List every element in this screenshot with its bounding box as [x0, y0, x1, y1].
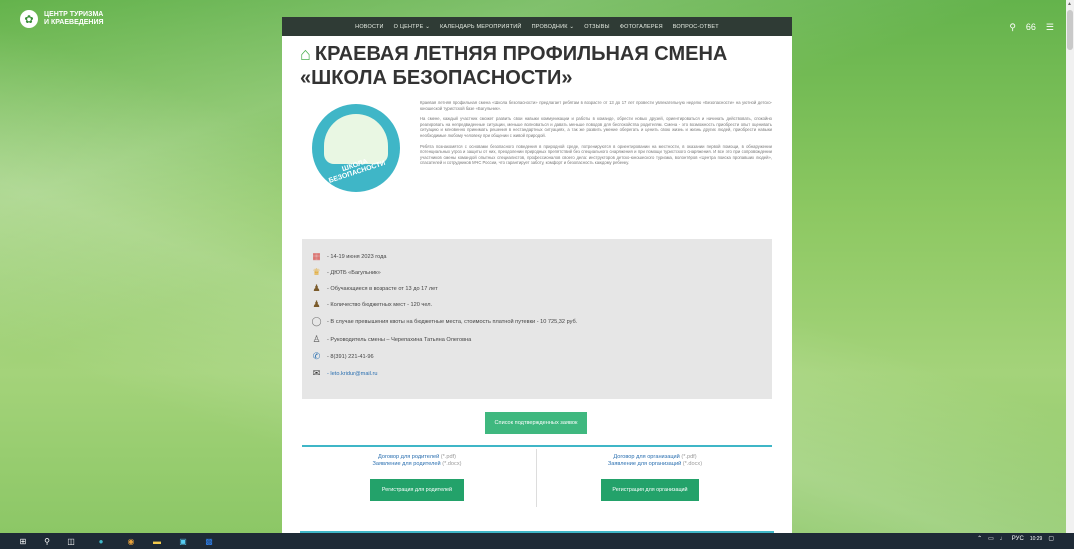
docs-orgs: Договор для организаций (*.pdf) Заявлени… [540, 454, 770, 468]
info-text: - Количество бюджетных мест - 120 чел. [327, 301, 433, 308]
home-icon: ⌂ [300, 44, 311, 64]
nav-item-calendar[interactable]: КАЛЕНДАРЬ МЕРОПРИЯТИЙ [440, 24, 522, 30]
logo-text: ЦЕНТР ТУРИЗМА И КРАЕВЕДЕНИЯ [44, 11, 104, 27]
windows-icon[interactable]: ⊞ [18, 536, 28, 546]
info-dates: ▦ - 14-19 июня 2023 года [311, 250, 387, 263]
person-icon: ♙ [312, 334, 321, 344]
file-ext: (*.pdf) [440, 454, 456, 460]
docs-parents: Договор для родителей (*.pdf) Заявление … [302, 454, 532, 468]
info-text: - 8(391) 221-41-96 [327, 353, 374, 360]
school-emblem-image: ШКОЛА БЕЗОПАСНОСТИ [312, 104, 400, 192]
info-age: ♟ - Обучающиеся в возрасте от 13 до 17 л… [311, 282, 438, 295]
network-icon[interactable]: ▭ [988, 535, 994, 542]
file-explorer-icon[interactable]: ▬ [152, 536, 162, 546]
nav-item-reviews[interactable]: ОТЗЫВЫ [584, 24, 610, 30]
docs-top-border [302, 445, 772, 447]
photos-icon[interactable]: ▣ [178, 536, 188, 546]
description-paragraph: Ребята познакомятся с основами безопасно… [420, 143, 772, 166]
nav-item-gallery[interactable]: ФОТОГАЛЕРЕЯ [620, 24, 663, 30]
email-link[interactable]: - leto.kridur@mail.ru [327, 371, 377, 377]
file-ext: (*.docx) [442, 461, 462, 467]
group-icon: ♟ [312, 283, 321, 293]
info-places: ♟ - Количество бюджетных мест - 120 чел. [311, 298, 432, 311]
register-parents-button[interactable]: Регистрация для родителей [370, 479, 464, 501]
info-email: ✉ - leto.kridur@mail.ru [311, 367, 378, 380]
email-icon: ✉ [312, 368, 321, 378]
logo-emblem-icon: ✿ [20, 10, 38, 28]
parents-application-link[interactable]: Заявление для родителей [373, 461, 441, 467]
coins-icon: ◯ [311, 316, 322, 326]
chevron-up-icon[interactable]: ⌃ [977, 535, 982, 542]
group-icon: ♟ [312, 299, 321, 309]
info-text: - В случае превышения квоты на бюджетные… [327, 318, 578, 325]
chrome-icon[interactable]: ◉ [126, 536, 136, 546]
register-orgs-button[interactable]: Регистрация для организаций [601, 479, 699, 501]
system-tray: ⌃ ▭ ♩ РУС 10:29 ▢ [977, 535, 1054, 543]
clock[interactable]: 10:29 [1030, 536, 1043, 542]
info-place: ♛ - ДЮТБ «Багульник» [311, 266, 381, 279]
description-paragraph: Краевая летняя профильная смена «Школа б… [420, 100, 772, 111]
info-phone: ✆ - 8(391) 221-41-96 [311, 350, 374, 363]
search-icon[interactable]: ⚲ [42, 536, 52, 546]
visits-counter: 66 [1025, 22, 1036, 32]
docs-divider [536, 449, 537, 507]
page-title-text: КРАЕВАЯ ЛЕТНЯЯ ПРОФИЛЬНАЯ СМЕНА «ШКОЛА Б… [300, 43, 728, 89]
file-ext: (*.pdf) [681, 454, 697, 460]
language-indicator[interactable]: РУС [1012, 536, 1024, 542]
scrollbar-thumb[interactable] [1067, 10, 1073, 50]
menu-icon[interactable]: ☰ [1046, 22, 1054, 33]
trophy-icon: ♛ [312, 267, 321, 277]
volume-icon[interactable]: ♩ [1000, 536, 1006, 542]
parents-contract-link[interactable]: Договор для родителей [378, 454, 439, 460]
description: Краевая летняя профильная смена «Школа б… [420, 100, 772, 171]
scroll-up-icon[interactable]: ▲ [1067, 1, 1072, 7]
orgs-contract-link[interactable]: Договор для организаций [613, 454, 679, 460]
page-title: ⌂ КРАЕВАЯ ЛЕТНЯЯ ПРОФИЛЬНАЯ СМЕНА «ШКОЛА … [300, 42, 780, 90]
nav-item-faq[interactable]: ВОПРОС-ОТВЕТ [673, 24, 719, 30]
orgs-application-link[interactable]: Заявление для организаций [608, 461, 681, 467]
app-icon[interactable]: ▩ [204, 536, 214, 546]
nav-item-news[interactable]: НОВОСТИ [355, 24, 384, 30]
task-view-icon[interactable]: ◫ [66, 536, 76, 546]
header-actions: ⚲ 66 ☰ [1009, 22, 1054, 33]
logo-line1: ЦЕНТР ТУРИЗМА [44, 11, 104, 18]
file-ext: (*.docx) [682, 461, 703, 467]
calendar-icon: ▦ [312, 251, 321, 261]
applications-list-button[interactable]: Список подтвержденных заявок [485, 412, 587, 434]
search-icon[interactable]: ⚲ [1009, 22, 1016, 33]
site-logo[interactable]: ✿ ЦЕНТР ТУРИЗМА И КРАЕВЕДЕНИЯ [20, 10, 104, 28]
notifications-icon[interactable]: ▢ [1048, 535, 1054, 542]
nav-item-guide[interactable]: ПРОВОДНИК ⌄ [532, 24, 575, 30]
main-nav: НОВОСТИ О ЦЕНТРЕ ⌄ КАЛЕНДАРЬ МЕРОПРИЯТИЙ… [282, 17, 792, 36]
description-paragraph: На смене, каждый участник сможет развить… [420, 116, 772, 138]
page-scrollbar[interactable]: ▲ [1066, 0, 1074, 533]
browser-icon[interactable]: ● [96, 536, 106, 546]
taskbar: ⊞ ⚲ ◫ ● ◉ ▬ ▣ ▩ ⌃ ▭ ♩ РУС 10:29 ▢ [0, 533, 1074, 549]
info-text: - Обучающиеся в возрасте от 13 до 17 лет [327, 285, 438, 292]
nav-item-about[interactable]: О ЦЕНТРЕ ⌄ [394, 24, 430, 30]
logo-line2: И КРАЕВЕДЕНИЯ [44, 19, 104, 26]
info-text: - Руководитель смены – Черепахина Татьян… [327, 336, 472, 343]
phone-icon: ✆ [312, 351, 321, 361]
info-text: - ДЮТБ «Багульник» [327, 269, 381, 276]
info-price: ◯ - В случае превышения квоты на бюджетн… [311, 315, 577, 328]
info-text: - 14-19 июня 2023 года [327, 253, 387, 260]
info-leader: ♙ - Руководитель смены – Черепахина Тать… [311, 333, 471, 346]
